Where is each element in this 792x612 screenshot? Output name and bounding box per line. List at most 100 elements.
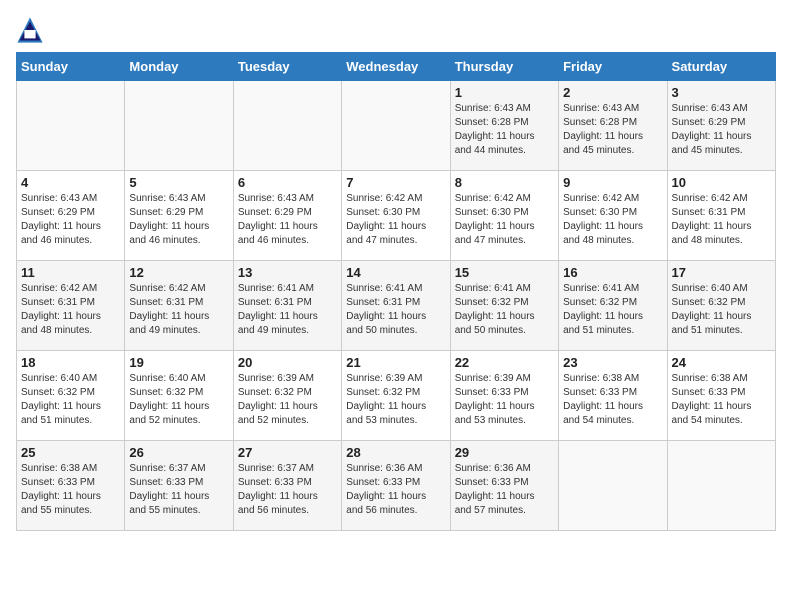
day-header-saturday: Saturday [667, 53, 775, 81]
day-detail: Sunrise: 6:43 AM Sunset: 6:29 PM Dayligh… [238, 192, 337, 248]
day-detail: Sunrise: 6:41 AM Sunset: 6:31 PM Dayligh… [346, 282, 445, 338]
day-number: 22 [455, 355, 554, 370]
day-detail: Sunrise: 6:37 AM Sunset: 6:33 PM Dayligh… [129, 462, 228, 518]
calendar-cell: 25 Sunrise: 6:38 AM Sunset: 6:33 PM Dayli… [17, 441, 125, 531]
day-detail: Sunrise: 6:43 AM Sunset: 6:28 PM Dayligh… [563, 102, 662, 158]
day-number: 11 [21, 265, 120, 280]
day-number: 5 [129, 175, 228, 190]
day-header-thursday: Thursday [450, 53, 558, 81]
day-detail: Sunrise: 6:43 AM Sunset: 6:28 PM Dayligh… [455, 102, 554, 158]
day-detail: Sunrise: 6:43 AM Sunset: 6:29 PM Dayligh… [21, 192, 120, 248]
calendar-cell: 29 Sunrise: 6:36 AM Sunset: 6:33 PM Dayli… [450, 441, 558, 531]
day-number: 19 [129, 355, 228, 370]
day-detail: Sunrise: 6:38 AM Sunset: 6:33 PM Dayligh… [21, 462, 120, 518]
day-detail: Sunrise: 6:40 AM Sunset: 6:32 PM Dayligh… [21, 372, 120, 428]
calendar-cell: 26 Sunrise: 6:37 AM Sunset: 6:33 PM Dayli… [125, 441, 233, 531]
day-header-wednesday: Wednesday [342, 53, 450, 81]
day-number: 28 [346, 445, 445, 460]
week-row-2: 4 Sunrise: 6:43 AM Sunset: 6:29 PM Daylig… [17, 171, 776, 261]
day-number: 6 [238, 175, 337, 190]
calendar-cell: 8Sunrise: 6:42 AM Sunset: 6:30 PM Daylig… [450, 171, 558, 261]
day-number: 12 [129, 265, 228, 280]
calendar-cell [233, 81, 341, 171]
days-of-week-row: SundayMondayTuesdayWednesdayThursdayFrid… [17, 53, 776, 81]
day-header-monday: Monday [125, 53, 233, 81]
calendar-cell: 6 Sunrise: 6:43 AM Sunset: 6:29 PM Daylig… [233, 171, 341, 261]
day-detail: Sunrise: 6:41 AM Sunset: 6:32 PM Dayligh… [455, 282, 554, 338]
calendar-body: 1 Sunrise: 6:43 AM Sunset: 6:28 PM Daylig… [17, 81, 776, 531]
day-number: 7 [346, 175, 445, 190]
logo [16, 16, 48, 44]
day-detail: Sunrise: 6:41 AM Sunset: 6:32 PM Dayligh… [563, 282, 662, 338]
day-detail: Sunrise: 6:41 AM Sunset: 6:31 PM Dayligh… [238, 282, 337, 338]
day-number: 13 [238, 265, 337, 280]
calendar-cell: 16 Sunrise: 6:41 AM Sunset: 6:32 PM Dayli… [559, 261, 667, 351]
page-header [16, 16, 776, 44]
day-number: 2 [563, 85, 662, 100]
calendar-cell: 12 Sunrise: 6:42 AM Sunset: 6:31 PM Dayli… [125, 261, 233, 351]
day-number: 25 [21, 445, 120, 460]
week-row-3: 11 Sunrise: 6:42 AM Sunset: 6:31 PM Dayli… [17, 261, 776, 351]
day-number: 1 [455, 85, 554, 100]
day-number: 26 [129, 445, 228, 460]
calendar-cell: 21 Sunrise: 6:39 AM Sunset: 6:32 PM Dayli… [342, 351, 450, 441]
calendar-cell [342, 81, 450, 171]
day-number: 20 [238, 355, 337, 370]
day-detail: Sunrise: 6:40 AM Sunset: 6:32 PM Dayligh… [129, 372, 228, 428]
day-detail: Sunrise: 6:38 AM Sunset: 6:33 PM Dayligh… [563, 372, 662, 428]
calendar-cell: 11Sunrise: 6:42 AM Sunset: 6:31 PM Dayli… [17, 261, 125, 351]
day-detail: Sunrise: 6:36 AM Sunset: 6:33 PM Dayligh… [346, 462, 445, 518]
day-number: 17 [672, 265, 771, 280]
day-header-tuesday: Tuesday [233, 53, 341, 81]
day-detail: Sunrise: 6:43 AM Sunset: 6:29 PM Dayligh… [129, 192, 228, 248]
day-detail: Sunrise: 6:42 AM Sunset: 6:30 PM Dayligh… [346, 192, 445, 248]
day-number: 21 [346, 355, 445, 370]
day-number: 24 [672, 355, 771, 370]
calendar-cell: 4 Sunrise: 6:43 AM Sunset: 6:29 PM Daylig… [17, 171, 125, 261]
calendar-table: SundayMondayTuesdayWednesdayThursdayFrid… [16, 52, 776, 531]
day-detail: Sunrise: 6:39 AM Sunset: 6:32 PM Dayligh… [346, 372, 445, 428]
day-detail: Sunrise: 6:38 AM Sunset: 6:33 PM Dayligh… [672, 372, 771, 428]
calendar-cell: 20 Sunrise: 6:39 AM Sunset: 6:32 PM Dayli… [233, 351, 341, 441]
calendar-cell: 14 Sunrise: 6:41 AM Sunset: 6:31 PM Dayli… [342, 261, 450, 351]
calendar-cell: 3Sunrise: 6:43 AM Sunset: 6:29 PM Daylig… [667, 81, 775, 171]
calendar-cell [667, 441, 775, 531]
calendar-cell: 5 Sunrise: 6:43 AM Sunset: 6:29 PM Daylig… [125, 171, 233, 261]
calendar-header: SundayMondayTuesdayWednesdayThursdayFrid… [17, 53, 776, 81]
day-number: 27 [238, 445, 337, 460]
week-row-5: 25 Sunrise: 6:38 AM Sunset: 6:33 PM Dayli… [17, 441, 776, 531]
day-number: 8 [455, 175, 554, 190]
calendar-cell: 9 Sunrise: 6:42 AM Sunset: 6:30 PM Daylig… [559, 171, 667, 261]
calendar-cell: 28 Sunrise: 6:36 AM Sunset: 6:33 PM Dayli… [342, 441, 450, 531]
day-number: 4 [21, 175, 120, 190]
day-number: 23 [563, 355, 662, 370]
day-number: 14 [346, 265, 445, 280]
day-header-friday: Friday [559, 53, 667, 81]
calendar-cell: 24 Sunrise: 6:38 AM Sunset: 6:33 PM Dayli… [667, 351, 775, 441]
week-row-1: 1 Sunrise: 6:43 AM Sunset: 6:28 PM Daylig… [17, 81, 776, 171]
calendar-cell: 13 Sunrise: 6:41 AM Sunset: 6:31 PM Dayli… [233, 261, 341, 351]
day-detail: Sunrise: 6:42 AM Sunset: 6:30 PM Dayligh… [563, 192, 662, 248]
calendar-cell: 18Sunrise: 6:40 AM Sunset: 6:32 PM Dayli… [17, 351, 125, 441]
day-number: 29 [455, 445, 554, 460]
day-detail: Sunrise: 6:37 AM Sunset: 6:33 PM Dayligh… [238, 462, 337, 518]
day-number: 9 [563, 175, 662, 190]
calendar-cell: 10Sunrise: 6:42 AM Sunset: 6:31 PM Dayli… [667, 171, 775, 261]
day-number: 3 [672, 85, 771, 100]
day-detail: Sunrise: 6:39 AM Sunset: 6:32 PM Dayligh… [238, 372, 337, 428]
day-header-sunday: Sunday [17, 53, 125, 81]
calendar-cell: 7 Sunrise: 6:42 AM Sunset: 6:30 PM Daylig… [342, 171, 450, 261]
calendar-cell: 22 Sunrise: 6:39 AM Sunset: 6:33 PM Dayli… [450, 351, 558, 441]
day-detail: Sunrise: 6:40 AM Sunset: 6:32 PM Dayligh… [672, 282, 771, 338]
day-number: 10 [672, 175, 771, 190]
day-detail: Sunrise: 6:39 AM Sunset: 6:33 PM Dayligh… [455, 372, 554, 428]
day-detail: Sunrise: 6:42 AM Sunset: 6:31 PM Dayligh… [129, 282, 228, 338]
day-detail: Sunrise: 6:36 AM Sunset: 6:33 PM Dayligh… [455, 462, 554, 518]
calendar-cell: 15Sunrise: 6:41 AM Sunset: 6:32 PM Dayli… [450, 261, 558, 351]
calendar-cell: 23 Sunrise: 6:38 AM Sunset: 6:33 PM Dayli… [559, 351, 667, 441]
calendar-cell: 19 Sunrise: 6:40 AM Sunset: 6:32 PM Dayli… [125, 351, 233, 441]
calendar-cell: 27 Sunrise: 6:37 AM Sunset: 6:33 PM Dayli… [233, 441, 341, 531]
day-number: 16 [563, 265, 662, 280]
calendar-cell [559, 441, 667, 531]
calendar-cell: 17 Sunrise: 6:40 AM Sunset: 6:32 PM Dayli… [667, 261, 775, 351]
